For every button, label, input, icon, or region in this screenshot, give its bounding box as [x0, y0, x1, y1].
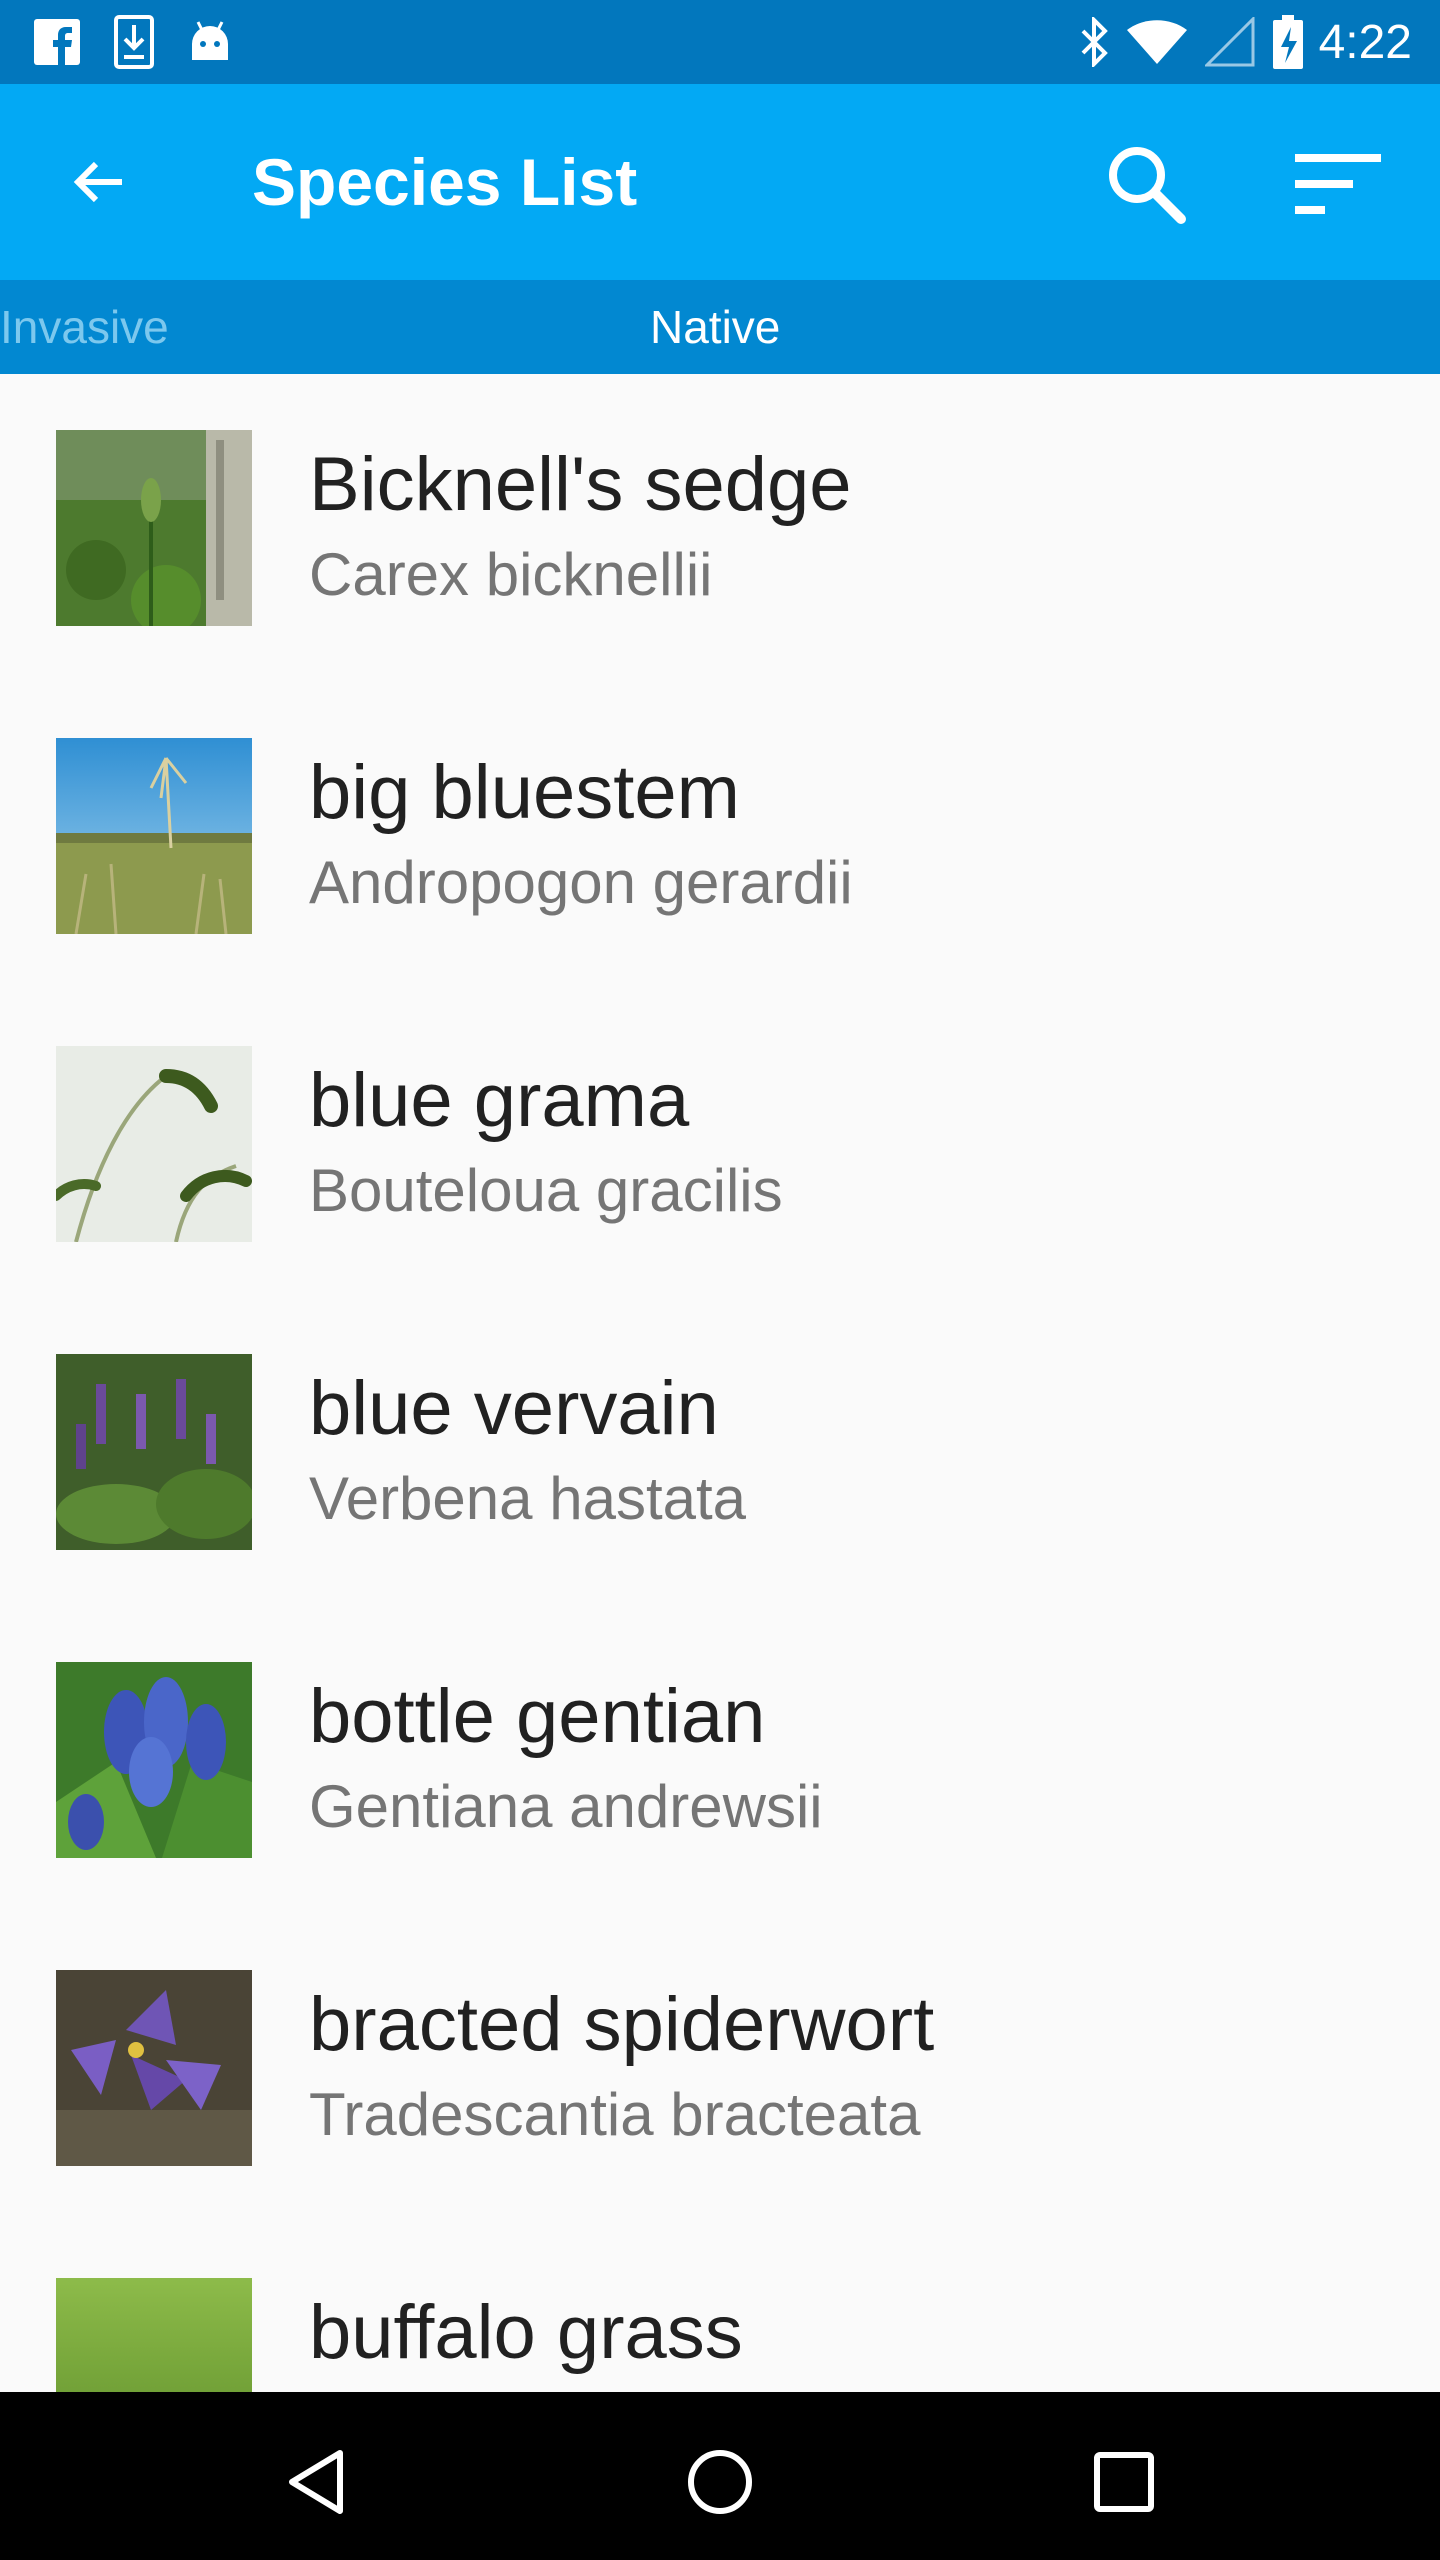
nav-back-icon — [289, 2450, 343, 2514]
species-common-name: big bluestem — [309, 750, 740, 835]
species-scientific-name: Carex bicknellii — [309, 541, 713, 608]
list-item[interactable]: blue vervain Verbena hastata — [0, 1298, 1440, 1606]
species-scientific-name: Verbena hastata — [309, 1465, 747, 1532]
list-item[interactable]: bottle gentian Gentiana andrewsii — [0, 1606, 1440, 1914]
battery-charging-icon — [1272, 15, 1303, 69]
species-thumbnail — [56, 1046, 252, 1242]
species-thumbnail — [56, 1662, 252, 1858]
app-bar: Species List — [0, 84, 1440, 280]
nav-home-icon — [688, 2450, 752, 2514]
tab-bar: Invasive Native — [0, 280, 1440, 374]
species-scientific-name: Tradescantia bracteata — [309, 2081, 921, 2148]
back-button[interactable] — [56, 140, 140, 224]
search-button[interactable] — [1098, 136, 1194, 232]
list-item[interactable]: buffalo grass — [0, 2222, 1440, 2392]
sort-icon — [1295, 154, 1381, 214]
species-common-name: blue grama — [309, 1058, 690, 1143]
species-common-name: buffalo grass — [309, 2290, 743, 2375]
species-scientific-name: Andropogon gerardii — [309, 849, 853, 916]
list-item[interactable]: blue grama Bouteloua gracilis — [0, 990, 1440, 1298]
wifi-icon — [1126, 20, 1187, 64]
species-thumbnail — [56, 1970, 252, 2166]
page-title: Species List — [252, 145, 638, 219]
nav-recents-button[interactable] — [1076, 2434, 1172, 2530]
species-list: Bicknell's sedge Carex bicknellii big bl… — [0, 374, 1440, 2392]
species-common-name: blue vervain — [309, 1366, 719, 1451]
species-thumbnail — [56, 738, 252, 934]
arrow-back-icon — [73, 161, 122, 203]
species-common-name: Bicknell's sedge — [309, 442, 852, 527]
navigation-bar — [0, 2392, 1440, 2560]
nav-home-button[interactable] — [672, 2434, 768, 2530]
android-icon — [188, 20, 232, 64]
species-thumbnail — [56, 2278, 252, 2392]
list-item[interactable]: bracted spiderwort Tradescantia bracteat… — [0, 1914, 1440, 2222]
list-item[interactable]: big bluestem Andropogon gerardii — [0, 682, 1440, 990]
species-common-name: bottle gentian — [309, 1674, 766, 1759]
bluetooth-icon — [1079, 17, 1109, 67]
species-thumbnail — [56, 1354, 252, 1550]
species-thumbnail — [56, 430, 252, 626]
status-bar-notifications — [34, 15, 266, 69]
nav-back-button[interactable] — [268, 2434, 364, 2530]
sort-button[interactable] — [1290, 136, 1386, 232]
species-scientific-name: Gentiana andrewsii — [309, 1773, 823, 1840]
facebook-icon — [34, 19, 80, 65]
species-scientific-name: Bouteloua gracilis — [309, 1157, 783, 1224]
tab-invasive[interactable]: Invasive — [0, 280, 169, 374]
download-icon — [114, 15, 154, 69]
search-icon — [1109, 147, 1186, 224]
status-bar: 4:22 — [0, 0, 1440, 84]
list-item[interactable]: Bicknell's sedge Carex bicknellii — [0, 374, 1440, 682]
species-common-name: bracted spiderwort — [309, 1982, 935, 2067]
tab-native[interactable]: Native — [650, 280, 780, 374]
cellular-signal-icon — [1204, 17, 1255, 67]
status-time: 4:22 — [1318, 15, 1412, 69]
status-bar-system: 4:22 — [1061, 15, 1412, 70]
nav-recents-icon — [1094, 2452, 1154, 2512]
